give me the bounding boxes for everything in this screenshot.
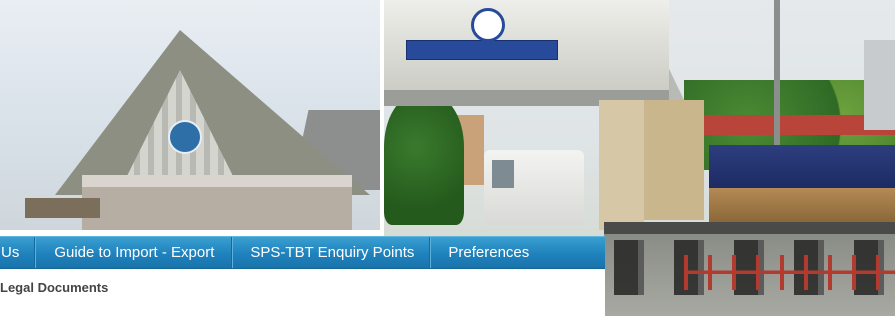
emblem-icon [471, 8, 505, 42]
nav-bar-filler [545, 237, 605, 268]
submenu-link-legal-documents[interactable]: Legal Documents [0, 280, 108, 295]
customs-building-photo [0, 0, 380, 230]
submenu-strip: Legal Documents [0, 269, 605, 316]
emblem-icon [168, 120, 202, 154]
nav-item-sps-tbt-enquiry-points[interactable]: SPS-TBT Enquiry Points [233, 237, 432, 268]
nav-item-preferences[interactable]: Preferences [431, 237, 545, 268]
nav-item-guide-import-export[interactable]: Guide to Import - Export [36, 237, 234, 268]
nav-item-about-us[interactable]: Us [0, 237, 37, 268]
checkpoint-sign [406, 40, 558, 60]
main-navigation: Us Guide to Import - Export SPS-TBT Enqu… [0, 236, 605, 269]
